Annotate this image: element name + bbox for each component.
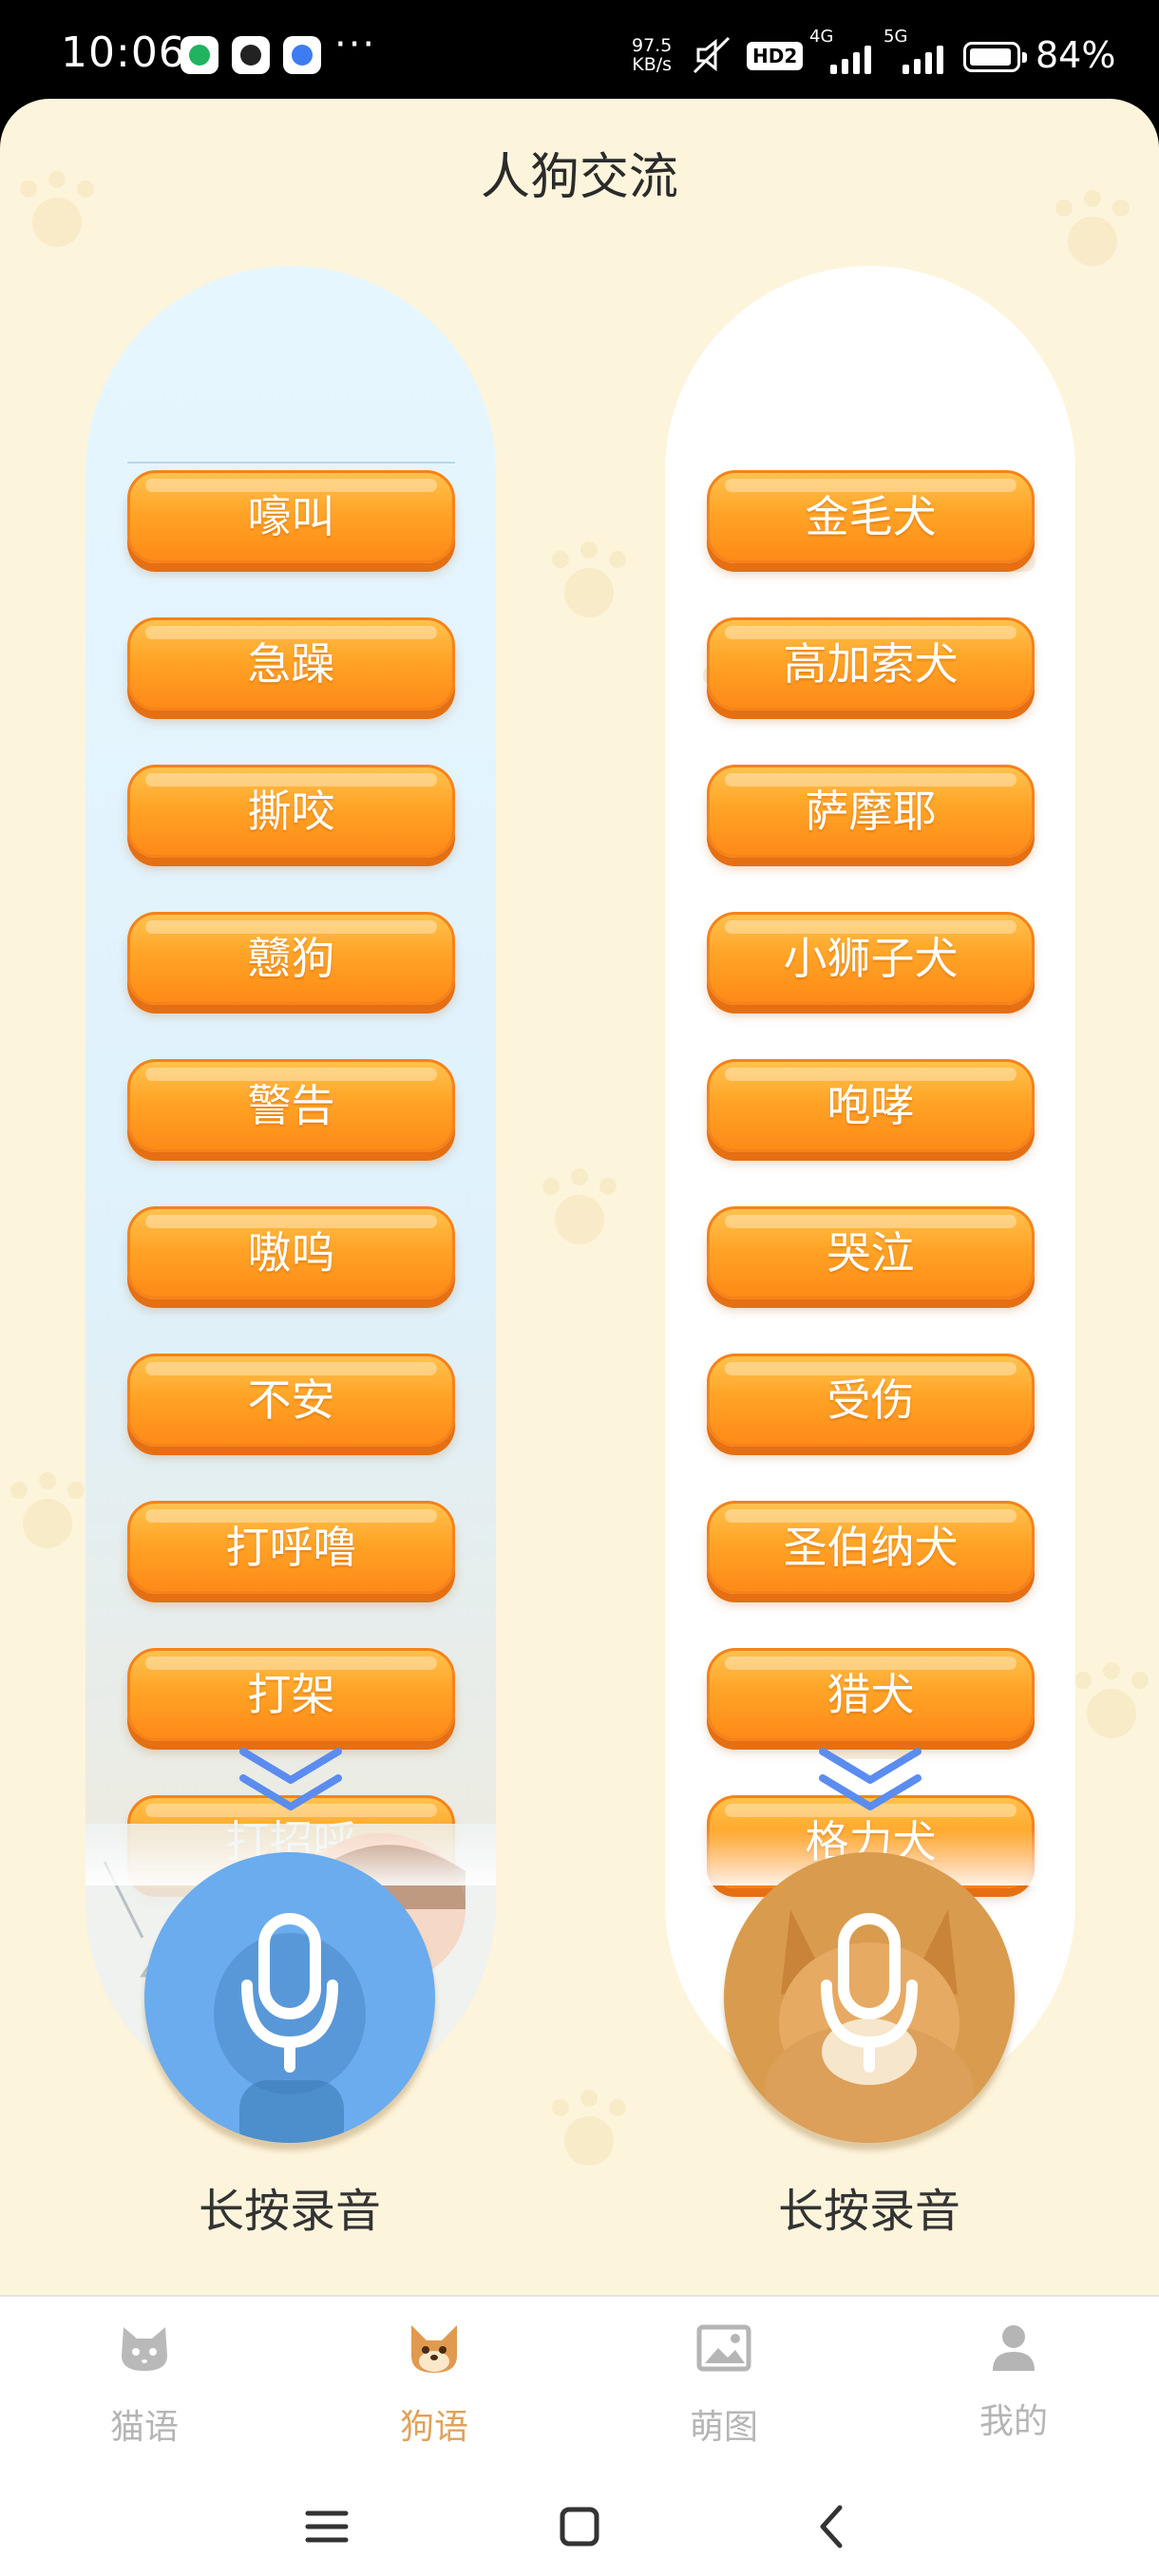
breed-button-shih-tzu[interactable]: 小狮子犬 <box>707 912 1035 1005</box>
record-label-human: 长按录音 <box>198 2185 381 2238</box>
dog-breed-column: 金毛犬 高加索犬 萨摩耶 小狮子犬 咆哮 哭泣 受伤 圣伯纳犬 猎犬 格力犬 <box>665 266 1075 2109</box>
breed-button-hound[interactable]: 猎犬 <box>707 1648 1035 1741</box>
sound-button-bite[interactable]: 撕咬 <box>127 765 455 858</box>
sound-button-howl[interactable]: 嚎叫 <box>127 470 455 563</box>
network-speed-value: 97.5 <box>632 35 673 56</box>
page-title: 人狗交流 <box>480 149 678 206</box>
menu-icon[interactable] <box>298 2498 355 2555</box>
dog-face-icon <box>411 2325 457 2373</box>
more-notifications-icon: ··· <box>334 23 377 66</box>
signal-4g-icon <box>823 42 880 74</box>
sound-button-fierce-dog[interactable]: 戆狗 <box>127 912 455 1005</box>
sound-button-awoo[interactable]: 嗷呜 <box>127 1206 455 1299</box>
sound-button-warning[interactable]: 警告 <box>127 1059 455 1152</box>
user-icon <box>993 2325 1035 2371</box>
sound-button-impatient[interactable]: 急躁 <box>127 617 455 710</box>
tab-cat-language[interactable]: 猫语 <box>30 2320 258 2462</box>
app-notification-icon-blue <box>283 36 321 74</box>
breed-button-roar[interactable]: 咆哮 <box>707 1059 1035 1152</box>
tab-profile[interactable]: 我的 <box>900 2320 1128 2462</box>
sound-button-fight[interactable]: 打架 <box>127 1648 455 1741</box>
home-icon[interactable] <box>551 2498 608 2555</box>
battery-icon <box>963 42 1027 72</box>
image-icon <box>696 2324 751 2372</box>
mute-icon <box>691 34 732 85</box>
scroll-down-chevron-icon[interactable] <box>813 1738 927 1814</box>
breed-button-golden-retriever[interactable]: 金毛犬 <box>707 470 1035 563</box>
tab-cute-images[interactable]: 萌图 <box>610 2320 838 2462</box>
network-speed-unit: KB/s <box>632 54 673 75</box>
signal-5g-icon <box>895 42 952 74</box>
breed-button-caucasian-shepherd[interactable]: 高加索犬 <box>707 617 1035 710</box>
back-icon[interactable] <box>804 2498 861 2555</box>
tab-label-cat: 猫语 <box>109 2408 179 2447</box>
emotion-sound-column: 嚎叫 急躁 撕咬 戆狗 警告 嗷呜 不安 打呼噜 打架 打招呼 <box>86 266 496 2109</box>
status-bar: 10:06 ··· 97.5 KB/s HD2 4G 5G 84% <box>0 0 1159 109</box>
breed-button-st-bernard[interactable]: 圣伯纳犬 <box>707 1501 1035 1594</box>
cat-face-icon <box>122 2327 167 2371</box>
record-label-dog: 长按录音 <box>777 2185 960 2238</box>
network-speed: 97.5 KB/s <box>632 36 672 74</box>
sound-button-snore[interactable]: 打呼噜 <box>127 1501 455 1594</box>
tab-label-profile: 我的 <box>978 2402 1048 2441</box>
qq-penguin-icon <box>232 36 270 74</box>
dog-avatar-mic-icon <box>765 1909 974 2143</box>
app-notification-icon-green <box>180 36 218 74</box>
hd-voice-badge: HD2 <box>747 42 804 70</box>
battery-percent: 84% <box>1036 34 1116 76</box>
breed-button-injured[interactable]: 受伤 <box>707 1354 1035 1447</box>
boy-avatar-mic-icon <box>214 1913 366 2143</box>
main-sheet: 人狗交流 嚎叫 急躁 撕咬 戆狗 警告 嗷呜 不安 打呼噜 打架 打招呼 <box>0 99 1159 2576</box>
tab-dog-language[interactable]: 狗语 <box>320 2320 548 2462</box>
sound-button-uneasy[interactable]: 不安 <box>127 1354 455 1447</box>
breed-button-samoyed[interactable]: 萨摩耶 <box>707 765 1035 858</box>
status-time: 10:06 <box>61 28 186 77</box>
scroll-down-chevron-icon[interactable] <box>234 1738 348 1814</box>
column-top-divider <box>127 462 455 464</box>
record-button-human[interactable] <box>144 1852 435 2143</box>
tab-label-dog: 狗语 <box>399 2408 468 2447</box>
record-button-dog[interactable] <box>724 1852 1015 2143</box>
tab-label-images: 萌图 <box>689 2408 758 2447</box>
breed-button-cry[interactable]: 哭泣 <box>707 1206 1035 1299</box>
